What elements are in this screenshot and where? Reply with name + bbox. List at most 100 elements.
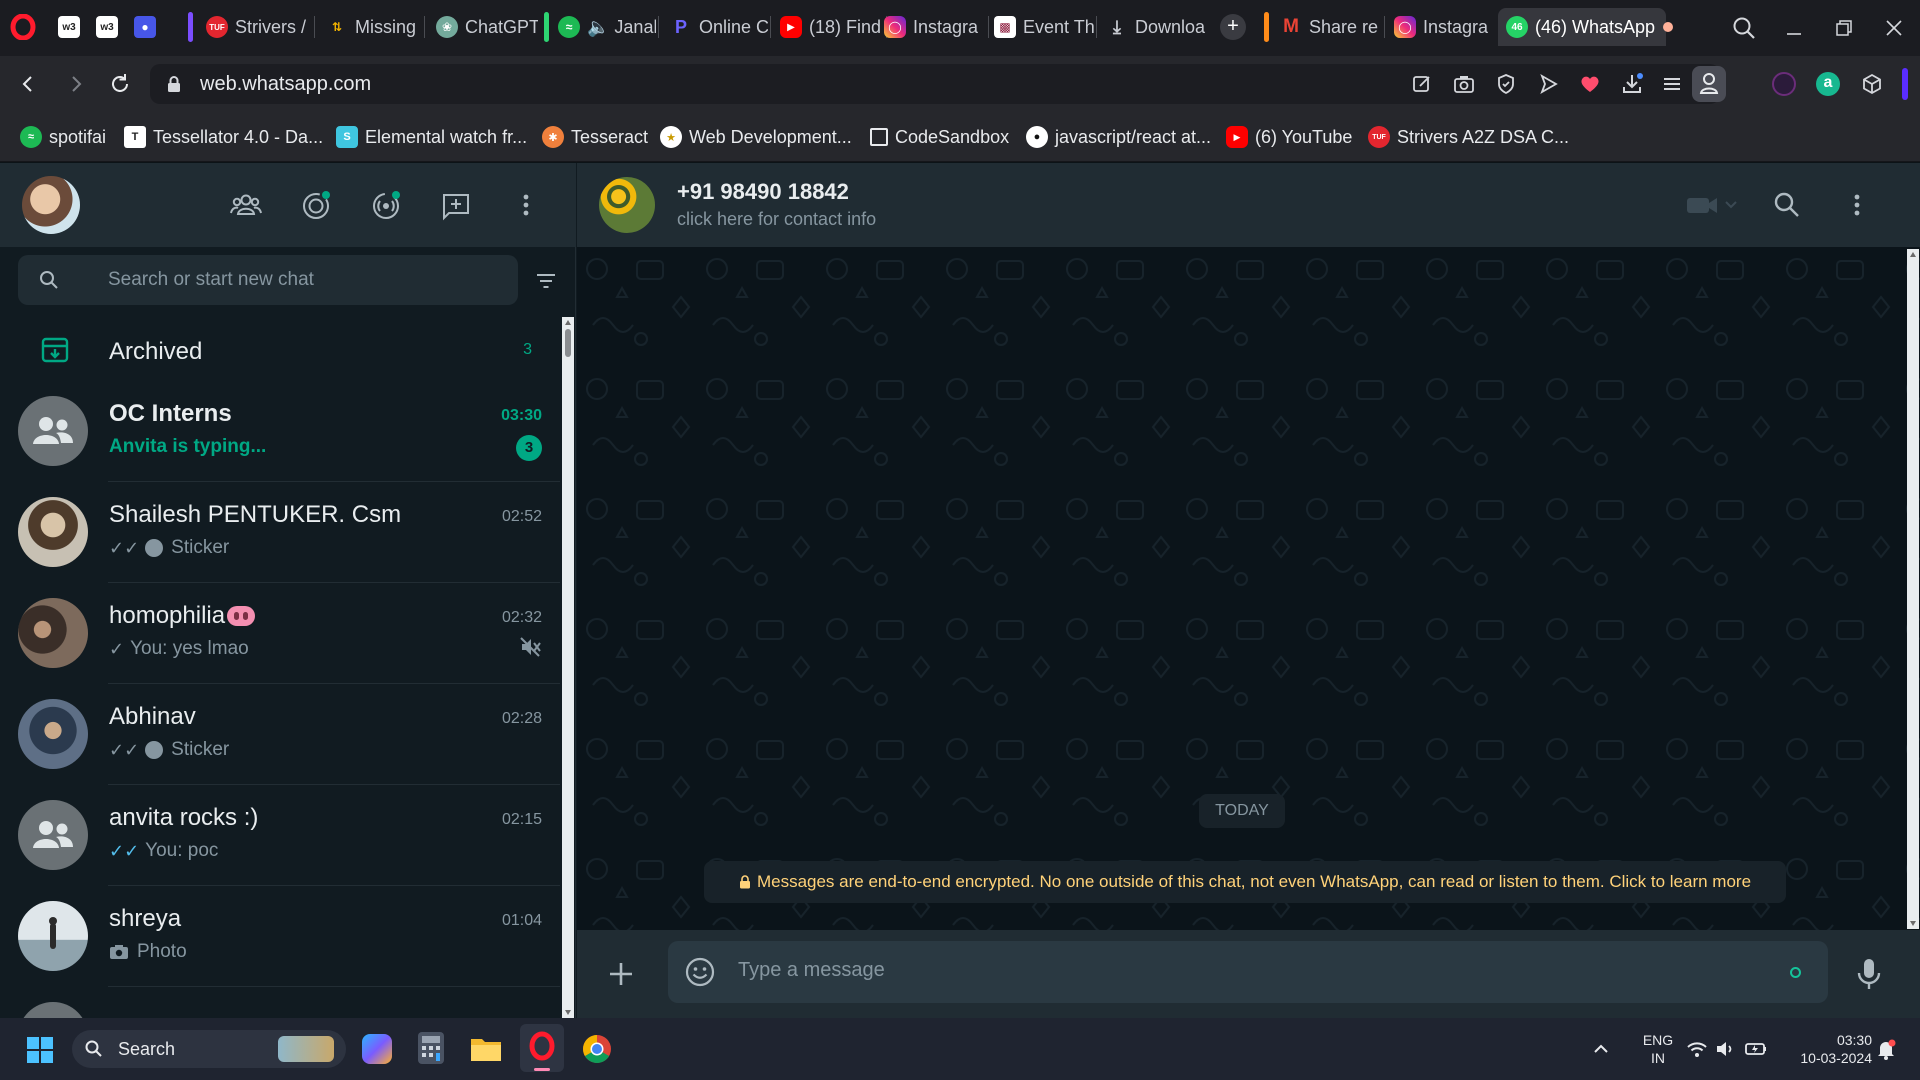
- reload-icon[interactable]: [106, 70, 134, 98]
- send-flow-icon[interactable]: [1536, 72, 1560, 96]
- bookmark-strivers[interactable]: TUF Strivers A2Z DSA C...: [1368, 124, 1569, 150]
- chat-row[interactable]: Shailesh PENTUKER. Csm ✓✓ Sticker 02:52: [0, 482, 560, 583]
- tab-group-indicator: [544, 12, 549, 42]
- bookmark-codesandbox[interactable]: CodeSandbox: [870, 124, 1009, 150]
- tab-whatsapp[interactable]: 46 (46) WhatsApp: [1498, 8, 1666, 46]
- battery-icon[interactable]: [1744, 1038, 1768, 1060]
- address-bar[interactable]: web.whatsapp.com: [150, 64, 1726, 104]
- contact-avatar[interactable]: [599, 177, 655, 233]
- snapshot-camera-icon[interactable]: [1452, 72, 1476, 96]
- opera-taskbar-icon[interactable]: [520, 1024, 564, 1072]
- restore-window-icon[interactable]: [1830, 14, 1858, 42]
- heart-icon[interactable]: [1578, 72, 1602, 96]
- profile-icon[interactable]: [1692, 66, 1726, 102]
- chat-row[interactable]: shreya Photo 01:04: [0, 886, 560, 987]
- calculator-icon[interactable]: [418, 1032, 444, 1064]
- tab-event[interactable]: ▩ Event Th: [986, 8, 1094, 46]
- show-hidden-icons-icon[interactable]: [1590, 1038, 1612, 1060]
- chat-row[interactable]: OC Interns Anvita is typing... 03:30 3: [0, 381, 560, 482]
- chrome-icon[interactable]: [582, 1034, 612, 1064]
- scroll-down-icon[interactable]: [1909, 919, 1917, 927]
- notification-bell-icon[interactable]: [1874, 1037, 1898, 1061]
- search-messages-icon[interactable]: [1771, 189, 1803, 221]
- conversation-menu-icon[interactable]: [1841, 189, 1873, 221]
- tab-w3schools-1[interactable]: w3: [50, 8, 86, 46]
- tab-audio-indicator-icon: [1663, 22, 1673, 32]
- conversation-header[interactable]: +91 98490 18842 click here for contact i…: [577, 163, 1920, 247]
- minimize-window-icon[interactable]: [1780, 14, 1808, 42]
- bookmark-web-development[interactable]: ★ Web Development...: [660, 124, 852, 150]
- bookmark-youtube[interactable]: ▶ (6) YouTube: [1226, 124, 1352, 150]
- back-icon[interactable]: [14, 70, 42, 98]
- tab-instagram-1[interactable]: ◯ Instagra: [876, 8, 986, 46]
- double-tick-icon: ✓✓: [109, 537, 140, 558]
- emoji-icon[interactable]: [684, 956, 716, 988]
- copilot-icon[interactable]: [362, 1034, 392, 1064]
- group-avatar: [18, 800, 88, 870]
- encryption-notice[interactable]: Messages are end-to-end encrypted. No on…: [704, 861, 1786, 903]
- search-input[interactable]: Search or start new chat: [18, 255, 518, 305]
- tab-notifications[interactable]: ●: [126, 8, 162, 46]
- attach-plus-icon[interactable]: [605, 958, 637, 990]
- tab-separator: [314, 16, 315, 38]
- chat-row[interactable]: anvita rocks :) ✓✓ You: poc 02:15: [0, 785, 560, 886]
- volume-icon[interactable]: [1714, 1038, 1736, 1060]
- edit-page-icon[interactable]: [1410, 72, 1434, 96]
- channels-icon[interactable]: [368, 187, 404, 223]
- p-icon: P: [674, 16, 687, 37]
- tab-youtube[interactable]: ▶ (18) Find: [772, 8, 884, 46]
- tab-chatgpt[interactable]: ❀ ChatGPT: [428, 8, 538, 46]
- last-message: ✓✓ Sticker: [109, 537, 230, 558]
- tab-search-icon[interactable]: [1730, 14, 1758, 42]
- shield-icon[interactable]: [1494, 72, 1518, 96]
- close-window-icon[interactable]: [1880, 14, 1908, 42]
- tab-strivers[interactable]: TUF Strivers /: [198, 8, 310, 46]
- search-placeholder: Search or start new chat: [108, 269, 314, 290]
- chat-list-scrollbar[interactable]: [562, 317, 574, 1018]
- windows-start-icon[interactable]: [26, 1036, 54, 1064]
- tab-downloads[interactable]: ⤓ Downloa: [1098, 8, 1206, 46]
- video-call-icon[interactable]: [1685, 191, 1741, 219]
- status-icon[interactable]: [298, 187, 334, 223]
- bookmark-spotifai[interactable]: ≈ spotifai: [20, 124, 106, 150]
- wifi-icon[interactable]: [1686, 1038, 1708, 1060]
- bookmark-github[interactable]: ● javascript/react at...: [1026, 124, 1211, 150]
- my-avatar[interactable]: [22, 176, 80, 234]
- tab-missing[interactable]: ⇅ Missing: [318, 8, 422, 46]
- scrollbar-thumb[interactable]: [565, 329, 571, 357]
- chat-row[interactable]: Abhinav ✓✓ Sticker 02:28: [0, 684, 560, 785]
- extension-dark-reader-icon[interactable]: [1772, 72, 1796, 96]
- microphone-icon[interactable]: [1853, 954, 1885, 994]
- forward-icon[interactable]: [62, 70, 90, 98]
- menu-kebab-icon[interactable]: [508, 187, 544, 223]
- language-indicator[interactable]: ENG IN: [1636, 1031, 1680, 1069]
- tab-spotify[interactable]: ≈ 🔈 Janal: [550, 8, 656, 46]
- chat-row[interactable]: [0, 987, 560, 1018]
- tab-gmail[interactable]: M Share re: [1272, 8, 1382, 46]
- bookmark-tesseract[interactable]: ✱ Tesseract: [542, 124, 648, 150]
- easy-setup-icon[interactable]: [1660, 72, 1684, 96]
- bookmark-tessellator[interactable]: T Tessellator 4.0 - Da...: [124, 124, 323, 150]
- tab-online-compiler[interactable]: P Online C: [662, 8, 768, 46]
- archived-row[interactable]: Archived 3: [0, 317, 560, 381]
- tab-instagram-2[interactable]: ◯ Instagra: [1386, 8, 1496, 46]
- bookmark-elemental[interactable]: S Elemental watch fr...: [336, 124, 527, 150]
- conversation-scrollbar[interactable]: [1907, 249, 1919, 929]
- taskbar-search[interactable]: Search: [72, 1030, 346, 1068]
- opera-logo-icon[interactable]: [10, 14, 36, 40]
- extension-amazon-icon[interactable]: a: [1816, 72, 1840, 96]
- downloads-icon[interactable]: [1620, 72, 1644, 96]
- new-tab-button[interactable]: +: [1220, 14, 1246, 40]
- new-chat-icon[interactable]: [438, 187, 474, 223]
- communities-icon[interactable]: [228, 187, 264, 223]
- file-explorer-icon[interactable]: [470, 1034, 502, 1062]
- filter-icon[interactable]: [532, 267, 560, 295]
- extensions-cube-icon[interactable]: [1860, 72, 1884, 96]
- chat-row[interactable]: homophilia ✓ You: yes lmao 02:32: [0, 583, 560, 684]
- message-input[interactable]: Type a message: [668, 941, 1828, 1003]
- scroll-up-icon[interactable]: [1909, 251, 1917, 259]
- scroll-up-icon[interactable]: [564, 319, 572, 327]
- scroll-down-icon[interactable]: [564, 1008, 572, 1016]
- clock[interactable]: 03:30 10-03-2024: [1782, 1031, 1872, 1069]
- tab-w3schools-2[interactable]: w3: [88, 8, 124, 46]
